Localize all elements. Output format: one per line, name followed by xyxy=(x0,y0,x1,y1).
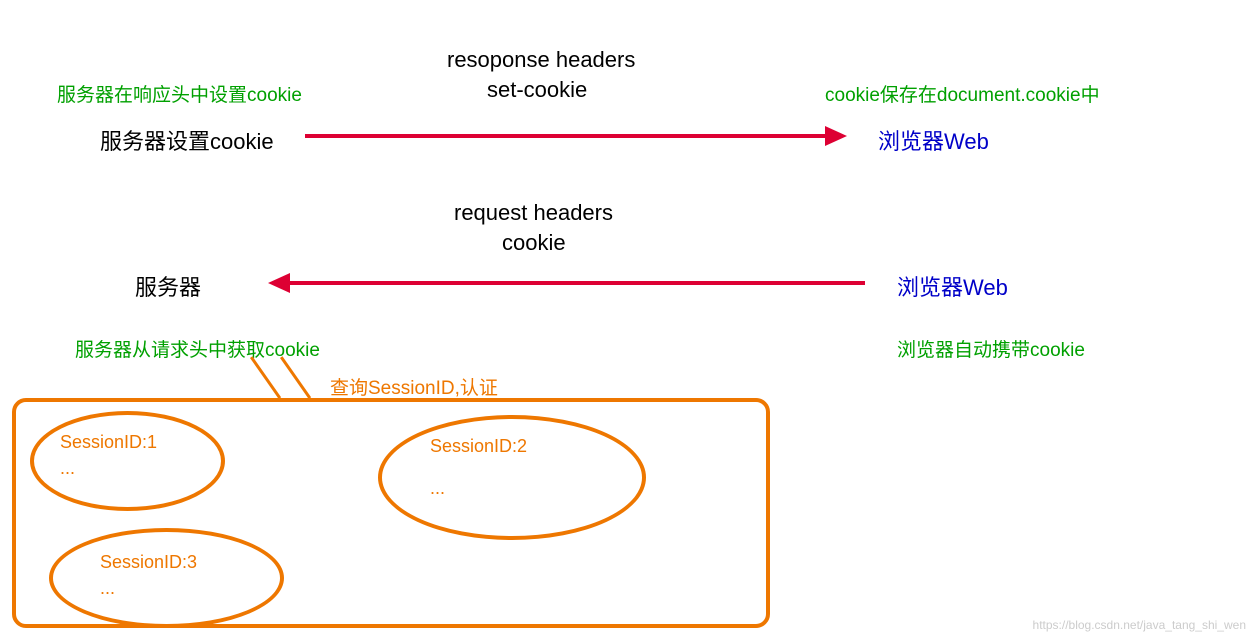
session-auth-note: 查询SessionID,认证 xyxy=(330,373,498,400)
session-1-id: SessionID:1 xyxy=(60,432,157,453)
watermark: https://blog.csdn.net/java_tang_shi_wen xyxy=(1033,618,1246,632)
session-2-dots: ... xyxy=(430,478,445,499)
cookie-label: cookie xyxy=(502,230,566,256)
session-3-id: SessionID:3 xyxy=(100,552,197,573)
session-2-ellipse xyxy=(378,415,646,540)
set-cookie-label: set-cookie xyxy=(487,77,587,103)
session-3-ellipse xyxy=(49,528,284,628)
browser-web-label-2: 浏览器Web xyxy=(897,270,1008,302)
server-set-cookie-note: 服务器在响应头中设置cookie xyxy=(57,80,302,107)
arrow-left-line xyxy=(290,281,865,285)
arrow-right-line xyxy=(305,134,825,138)
server-set-cookie-label: 服务器设置cookie xyxy=(100,124,274,156)
arrow-left-head xyxy=(268,273,290,293)
browser-web-label-1: 浏览器Web xyxy=(878,124,989,156)
cookie-stored-note: cookie保存在document.cookie中 xyxy=(825,80,1100,107)
arrow-right-head xyxy=(825,126,847,146)
session-3-dots: ... xyxy=(100,578,115,599)
response-headers-label: resoponse headers xyxy=(447,47,635,73)
connector-line-2 xyxy=(280,356,311,399)
server-label: 服务器 xyxy=(135,270,201,302)
connector-line-1 xyxy=(250,356,281,399)
browser-carry-cookie-note: 浏览器自动携带cookie xyxy=(897,335,1085,362)
session-2-id: SessionID:2 xyxy=(430,436,527,457)
request-headers-label: request headers xyxy=(454,200,613,226)
session-1-dots: ... xyxy=(60,458,75,479)
